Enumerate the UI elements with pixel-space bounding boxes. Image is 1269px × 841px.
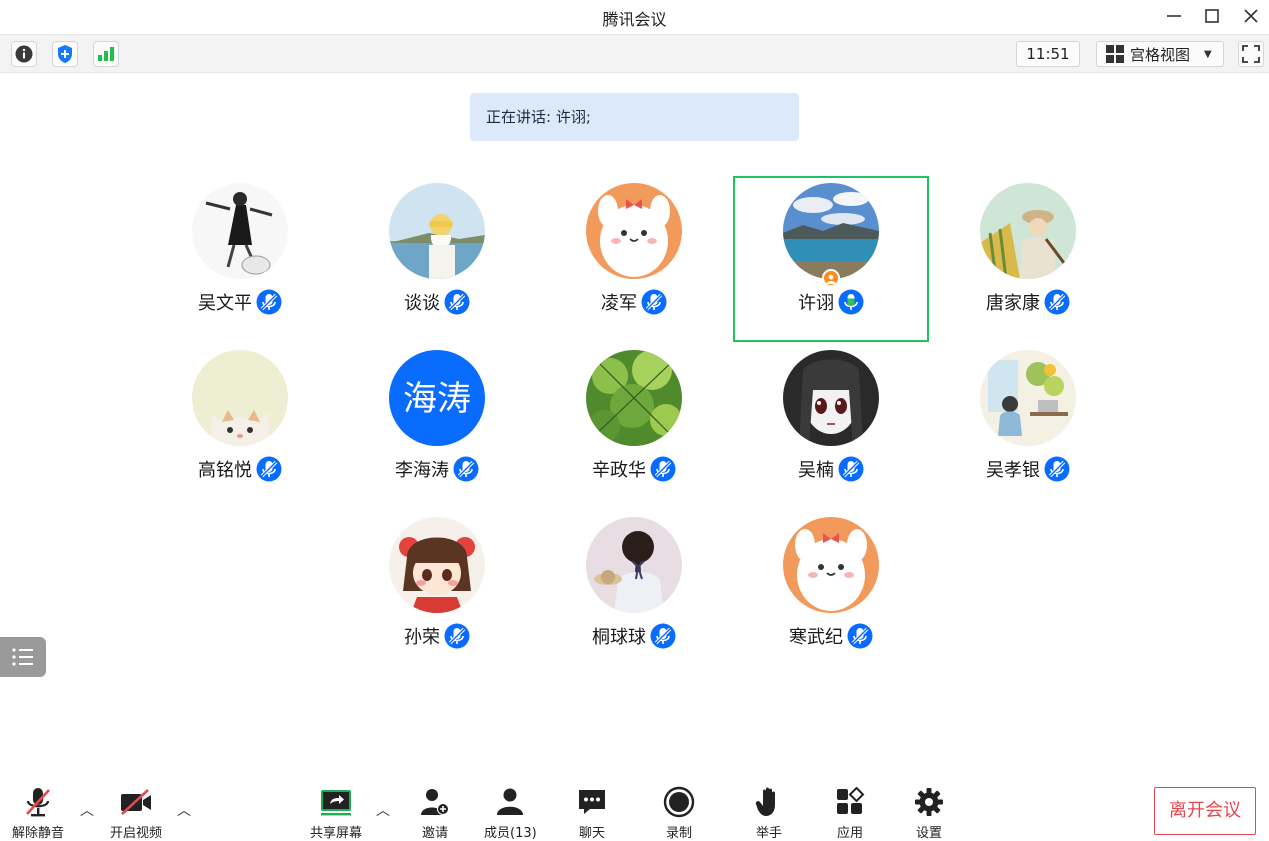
mic-muted-icon <box>847 623 873 649</box>
gear-icon <box>915 788 943 816</box>
participant-name: 辛政华 <box>592 460 646 481</box>
avatar <box>783 183 879 279</box>
camera-off-icon <box>121 789 151 815</box>
participant-tile[interactable]: 凌军 <box>536 176 732 342</box>
avatar <box>389 183 485 279</box>
signal-icon[interactable] <box>93 41 119 67</box>
participant-tile[interactable]: 吴楠 <box>733 343 929 509</box>
speaking-banner: 正在讲话: 许诩; <box>470 93 799 141</box>
title-bar: 腾讯会议 <box>0 0 1269 34</box>
avatar <box>980 183 1076 279</box>
window-title: 腾讯会议 <box>602 10 667 29</box>
minimize-icon[interactable] <box>1160 4 1188 28</box>
participant-name: 吴楠 <box>798 460 834 481</box>
participant-tile[interactable]: 孙荣 <box>339 510 535 676</box>
mic-muted-icon <box>444 289 470 315</box>
avatar <box>783 517 879 613</box>
participant-name: 桐球球 <box>592 627 646 648</box>
host-badge-icon <box>822 269 840 287</box>
participant-name: 谈谈 <box>404 293 440 314</box>
apps-button[interactable]: 应用 <box>833 786 867 841</box>
bottom-control-bar: 解除静音 ︿ 开启视频 ︿ 共享屏幕 ︿ 邀请 成员(13) 聊天 录制 举手 … <box>0 780 1269 841</box>
participant-tile[interactable]: 辛政华 <box>536 343 732 509</box>
caret-down-icon: ▼ <box>1204 48 1212 60</box>
video-options-caret[interactable]: ︿ <box>177 800 191 820</box>
chat-icon <box>579 790 605 814</box>
chat-button[interactable]: 聊天 <box>575 786 609 841</box>
info-icon[interactable] <box>11 41 37 67</box>
meeting-clock: 11:51 <box>1016 41 1080 67</box>
record-icon <box>663 786 695 818</box>
close-icon[interactable] <box>1237 4 1265 28</box>
participant-name: 凌军 <box>601 293 637 314</box>
participant-tile[interactable]: 许诩 <box>733 176 929 342</box>
mic-muted-icon <box>641 289 667 315</box>
start-video-button[interactable]: 开启视频 <box>110 786 162 841</box>
participant-tile[interactable]: 海涛李海涛 <box>339 343 535 509</box>
mic-muted-icon <box>256 456 282 482</box>
avatar <box>586 350 682 446</box>
apps-icon <box>837 787 865 814</box>
record-button[interactable]: 录制 <box>662 786 696 841</box>
settings-button[interactable]: 设置 <box>912 786 946 841</box>
avatar <box>389 517 485 613</box>
participant-tile[interactable]: 桐球球 <box>536 510 732 676</box>
mic-speaking-icon <box>838 289 864 315</box>
unmute-button[interactable]: 解除静音 <box>12 786 64 841</box>
share-screen-icon <box>321 790 351 816</box>
mic-muted-icon <box>26 788 50 817</box>
mic-muted-icon <box>650 456 676 482</box>
members-button[interactable]: 成员(13) <box>484 786 537 841</box>
avatar <box>980 350 1076 446</box>
participant-name: 吴孝银 <box>986 460 1040 481</box>
mic-muted-icon <box>453 456 479 482</box>
mic-muted-icon <box>1044 456 1070 482</box>
participant-name: 李海涛 <box>395 460 449 481</box>
participant-tile[interactable]: 谈谈 <box>339 176 535 342</box>
leave-meeting-button[interactable]: 离开会议 <box>1154 787 1256 835</box>
audio-options-caret[interactable]: ︿ <box>80 800 94 820</box>
view-mode-dropdown[interactable]: 宫格视图 ▼ <box>1096 41 1224 67</box>
share-options-caret[interactable]: ︿ <box>376 800 390 820</box>
raise-hand-button[interactable]: 举手 <box>752 786 786 841</box>
participant-tile[interactable]: 高铭悦 <box>142 343 338 509</box>
fullscreen-icon[interactable] <box>1238 41 1264 67</box>
participant-name: 孙荣 <box>404 627 440 648</box>
avatar <box>586 517 682 613</box>
share-screen-button[interactable]: 共享屏幕 <box>310 786 362 841</box>
list-icon <box>12 648 33 666</box>
avatar <box>783 350 879 446</box>
grid-icon <box>1106 45 1124 63</box>
add-user-icon <box>421 789 449 815</box>
avatar <box>586 183 682 279</box>
participant-tile[interactable]: 唐家康 <box>930 176 1126 342</box>
raise-hand-icon <box>755 787 775 816</box>
mic-muted-icon <box>838 456 864 482</box>
participant-name: 寒武纪 <box>789 627 843 648</box>
avatar <box>192 183 288 279</box>
mic-muted-icon <box>1044 289 1070 315</box>
participant-name: 唐家康 <box>986 293 1040 314</box>
avatar: 海涛 <box>389 350 485 446</box>
participant-tile[interactable]: 吴文平 <box>142 176 338 342</box>
participant-tile[interactable]: 吴孝银 <box>930 343 1126 509</box>
avatar <box>192 350 288 446</box>
mic-muted-icon <box>444 623 470 649</box>
mic-muted-icon <box>256 289 282 315</box>
svg-text:海涛: 海涛 <box>403 379 471 419</box>
meeting-toolbar: 11:51 宫格视图 ▼ <box>0 34 1269 73</box>
participant-tile[interactable]: 寒武纪 <box>733 510 929 676</box>
participant-list-toggle[interactable] <box>0 637 46 677</box>
invite-button[interactable]: 邀请 <box>418 786 452 841</box>
participant-name: 吴文平 <box>198 293 252 314</box>
mic-muted-icon <box>650 623 676 649</box>
participant-name: 许诩 <box>798 293 834 314</box>
shield-icon[interactable] <box>52 41 78 67</box>
maximize-icon[interactable] <box>1198 4 1226 28</box>
members-icon <box>497 788 524 815</box>
view-mode-label: 宫格视图 <box>1130 45 1191 64</box>
participant-name: 高铭悦 <box>198 460 252 481</box>
